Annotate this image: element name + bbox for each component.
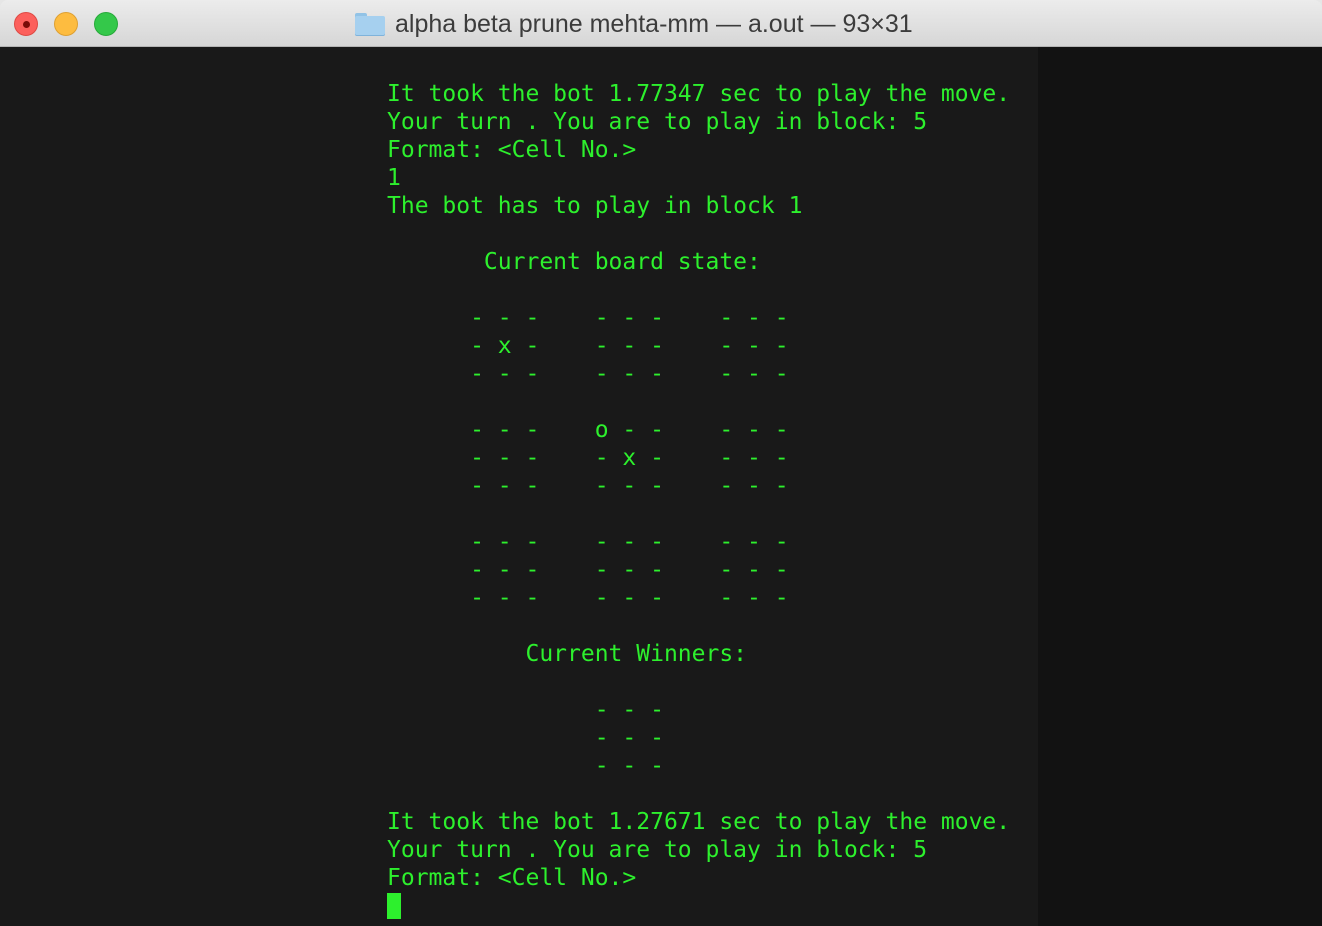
terminal-line: - - - - - - - - - <box>387 557 789 583</box>
window-title-text: alpha beta prune mehta-mm — a.out — 93×3… <box>395 9 913 38</box>
terminal-line: 1 <box>387 165 401 191</box>
zoom-button[interactable] <box>94 12 118 36</box>
terminal-line: It took the bot 1.27671 sec to play the … <box>387 809 1011 835</box>
terminal-line: Format: <Cell No.> <box>387 137 637 163</box>
terminal-line: - - - - - - - - - <box>387 361 789 387</box>
terminal-line: - - - - - - - - - <box>387 305 789 331</box>
title-bar[interactable]: alpha beta prune mehta-mm — a.out — 93×3… <box>0 0 1322 47</box>
close-button[interactable] <box>14 12 38 36</box>
text-cursor <box>387 893 401 919</box>
prompt-line[interactable] <box>387 892 1010 920</box>
terminal-line: Current Winners: <box>387 641 748 667</box>
close-icon <box>23 21 30 28</box>
terminal-line: Your turn . You are to play in block: 5 <box>387 109 928 135</box>
minimize-button[interactable] <box>54 12 78 36</box>
terminal-line: - - - - - - - - - <box>387 529 789 555</box>
terminal-line: It took the bot 1.77347 sec to play the … <box>387 81 1011 107</box>
terminal-window: alpha beta prune mehta-mm — a.out — 93×3… <box>0 0 1322 926</box>
terminal-line: The bot has to play in block 1 <box>387 193 803 219</box>
terminal-line: - - - <box>387 753 664 779</box>
terminal-line: - - - - - - - - - <box>387 473 789 499</box>
terminal-content[interactable]: It took the bot 1.77347 sec to play the … <box>0 47 1322 926</box>
terminal-line: Current board state: <box>387 249 761 275</box>
window-title: alpha beta prune mehta-mm — a.out — 93×3… <box>355 9 913 39</box>
terminal-line: - - - <box>387 725 664 751</box>
folder-icon <box>355 12 385 36</box>
terminal-line: Your turn . You are to play in block: 5 <box>387 837 928 863</box>
terminal-line: Format: <Cell No.> <box>387 865 637 891</box>
terminal-output: It took the bot 1.77347 sec to play the … <box>387 80 1010 920</box>
terminal-line: - - - - x - - - - <box>387 445 789 471</box>
terminal-line: - - - o - - - - - <box>387 417 789 443</box>
terminal-line: - - - - - - - - - <box>387 585 789 611</box>
terminal-line: - - - <box>387 697 664 723</box>
terminal-line: - x - - - - - - - <box>387 333 789 359</box>
